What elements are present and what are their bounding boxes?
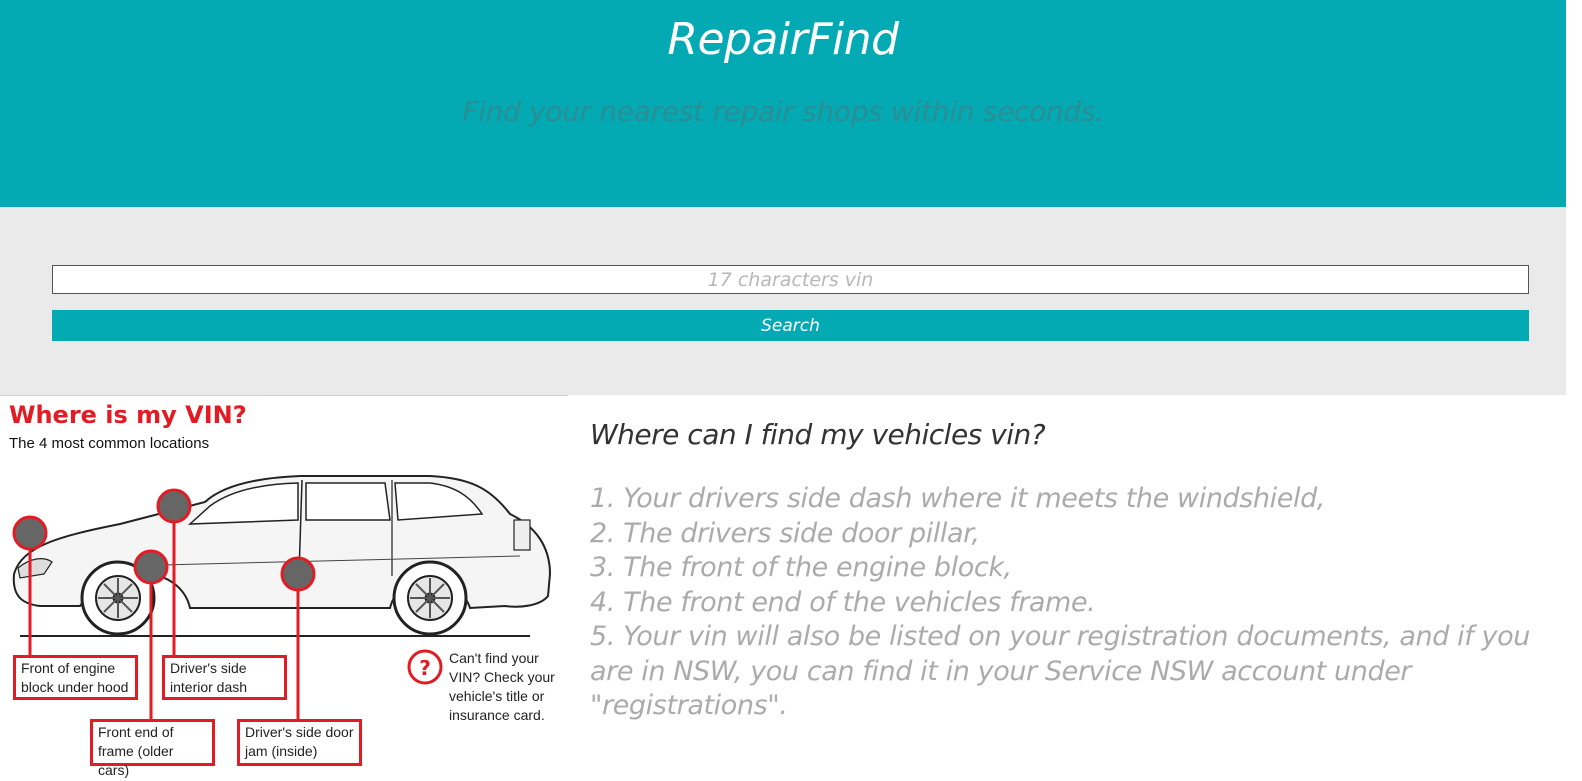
callout-door-jam: Driver's side door jam (inside) <box>237 719 362 766</box>
search-button[interactable]: Search <box>52 310 1529 341</box>
list-item: 5. Your vin will also be listed on your … <box>590 621 1530 721</box>
vin-info-section: Where can I find my vehicles vin? 1. You… <box>590 418 1566 724</box>
callout-door-jam-line2: jam (inside) <box>245 743 318 759</box>
vin-input[interactable] <box>52 265 1529 294</box>
search-section: Search <box>0 207 1566 395</box>
list-item: 2. The drivers side door pillar, <box>590 517 980 549</box>
callout-frame-front: Front end of frame (older cars) <box>90 719 215 778</box>
callout-interior-dash: Driver's side interior dash <box>162 655 287 700</box>
callout-interior-dash-line1: Driver's side <box>170 660 247 676</box>
callout-door-jam-line1: Driver's side door <box>245 724 354 740</box>
svg-text:?: ? <box>419 656 431 680</box>
list-item: 3. The front of the engine block, <box>590 552 1012 583</box>
vin-location-figure: Where is my VIN? The 4 most common locat… <box>0 395 568 781</box>
vin-location-list: 1. Your drivers side dash where it meets… <box>590 482 1566 724</box>
list-item: 1. Your drivers side dash where it meets… <box>590 483 1325 514</box>
site-header: RepairFind Find your nearest repair shop… <box>0 0 1566 207</box>
brand-title: RepairFind <box>667 14 899 65</box>
callout-engine-block-line2: block under hood <box>21 679 129 695</box>
question-mark-icon: ? <box>407 649 443 685</box>
callout-frame-front-line1: Front end of <box>98 724 174 740</box>
tagline: Find your nearest repair shops within se… <box>462 95 1104 128</box>
info-title: Where can I find my vehicles vin? <box>590 418 1046 451</box>
callout-interior-dash-line2: interior dash <box>170 679 248 695</box>
list-item: 4. The front end of the vehicles frame. <box>590 586 1096 618</box>
callout-frame-front-line2: frame (older cars) <box>98 743 174 778</box>
help-text: Can't find your VIN? Check your vehicle'… <box>449 650 555 723</box>
callout-engine-block-line1: Front of engine <box>21 660 116 676</box>
callout-engine-block: Front of engine block under hood <box>13 655 138 700</box>
